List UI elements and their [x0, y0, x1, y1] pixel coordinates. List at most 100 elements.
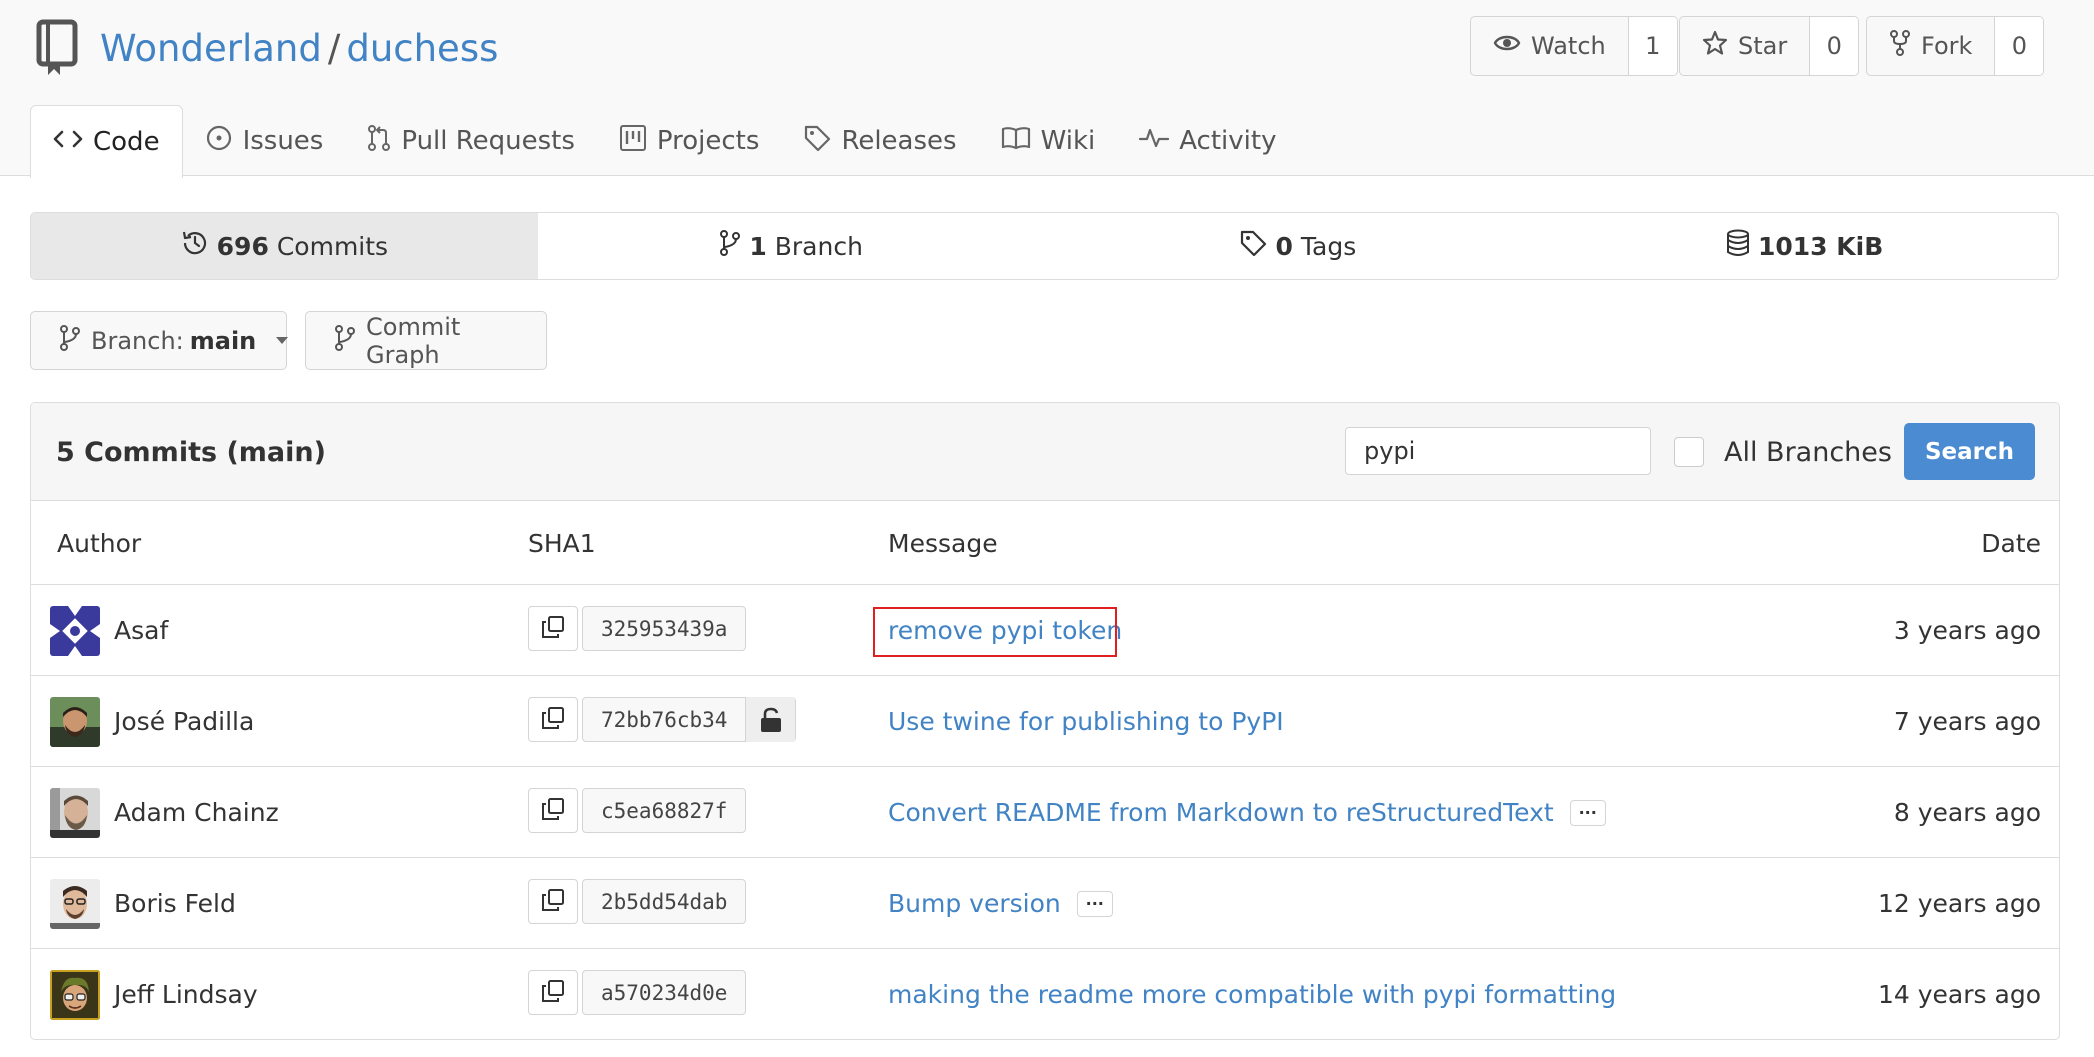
commits-table-header: Author SHA1 Message Date [31, 501, 2059, 585]
avatar[interactable] [50, 879, 100, 929]
date-column-header: Date [1981, 528, 2041, 558]
repo-header: Wonderland / duchess Watch 1 Star 0 Fork… [0, 0, 2094, 178]
tab-pull-requests[interactable]: Pull Requests [345, 105, 597, 177]
tab-code[interactable]: Code [30, 105, 183, 178]
repo-stats-bar: 696 Commits 1 Branch 0 Tags 1013 KiB [30, 212, 2059, 280]
avatar[interactable] [50, 788, 100, 838]
fork-button[interactable]: Fork [1867, 17, 1996, 75]
commit-author[interactable]: Adam Chainz [114, 767, 279, 858]
repo-name-link[interactable]: duchess [346, 27, 498, 70]
commit-sha: 325953439a [601, 616, 728, 641]
table-row: Boris Feld 2b5dd54dab Bump version ··· 1… [31, 858, 2059, 949]
commit-author[interactable]: Boris Feld [114, 858, 236, 949]
avatar[interactable] [50, 606, 100, 656]
fork-group: Fork 0 [1866, 16, 2045, 76]
all-branches-label: All Branches [1724, 436, 1892, 468]
copy-icon [541, 797, 565, 825]
commit-sha: 2b5dd54dab [601, 889, 728, 914]
table-row: Asaf 325953439a remove pypi token 3 year… [31, 585, 2059, 676]
copy-sha-button[interactable] [528, 970, 578, 1015]
copy-sha-button[interactable] [528, 788, 578, 833]
commit-message: Use twine for publishing to PyPI [888, 676, 1284, 767]
tags-count: 0 [1275, 231, 1293, 261]
avatar[interactable] [50, 697, 100, 747]
tab-issues[interactable]: Issues [183, 105, 346, 177]
star-button[interactable]: Star [1680, 17, 1811, 75]
tags-stat[interactable]: 0 Tags [1045, 213, 1552, 279]
commits-stat[interactable]: 696 Commits [31, 213, 538, 279]
branch-icon [719, 229, 741, 263]
commit-message-link[interactable]: making the readme more compatible with p… [888, 980, 1616, 1009]
copy-icon [541, 979, 565, 1007]
commit-author[interactable]: Asaf [114, 585, 168, 676]
history-icon [181, 229, 209, 263]
unlock-icon[interactable] [745, 697, 796, 742]
fork-label: Fork [1921, 32, 1973, 60]
copy-icon [541, 888, 565, 916]
message-column-header: Message [888, 528, 998, 558]
commit-date: 8 years ago [1893, 798, 2041, 827]
copy-sha-button[interactable] [528, 697, 578, 742]
commit-author[interactable]: Jeff Lindsay [114, 949, 258, 1039]
search-button[interactable]: Search [1904, 423, 2035, 480]
watch-count[interactable]: 1 [1628, 17, 1677, 75]
repo-owner-link[interactable]: Wonderland [100, 27, 322, 70]
branch-selector[interactable]: Branch: main [30, 311, 289, 370]
fork-count[interactable]: 0 [1995, 17, 2044, 75]
branches-label: Branch [774, 231, 863, 261]
branches-stat[interactable]: 1 Branch [538, 213, 1045, 279]
table-row: Jeff Lindsay a570234d0e making the readm… [31, 949, 2059, 1039]
commit-message: making the readme more compatible with p… [888, 949, 1616, 1039]
copy-sha-button[interactable] [528, 606, 578, 651]
all-branches-checkbox[interactable] [1674, 437, 1704, 467]
commit-message-link[interactable]: Convert README from Markdown to reStruct… [888, 798, 1554, 827]
issue-icon [205, 124, 233, 159]
commit-sha: a570234d0e [601, 980, 728, 1005]
star-icon [1702, 30, 1728, 62]
commit-sha-button[interactable]: 2b5dd54dab [582, 879, 747, 924]
copy-sha-button[interactable] [528, 879, 578, 924]
size-stat[interactable]: 1013 KiB [1551, 213, 2058, 279]
repo-title: Wonderland / duchess [36, 18, 498, 78]
commit-message: Bump version ··· [888, 858, 1113, 949]
watch-group: Watch 1 [1470, 16, 1678, 76]
tab-releases[interactable]: Releases [781, 105, 978, 177]
star-group: Star 0 [1679, 16, 1860, 76]
commits-panel-title: 5 Commits (main) [56, 436, 326, 468]
commit-sha-button[interactable]: 72bb76cb34 [582, 697, 797, 742]
pull-request-icon [367, 124, 391, 159]
tab-wiki[interactable]: Wiki [979, 105, 1118, 177]
tab-projects[interactable]: Projects [597, 105, 782, 177]
star-count[interactable]: 0 [1810, 17, 1859, 75]
book-icon [1001, 125, 1031, 158]
copy-icon [541, 615, 565, 643]
star-label: Star [1738, 32, 1788, 60]
tab-activity[interactable]: Activity [1117, 105, 1298, 177]
avatar[interactable] [50, 970, 100, 1020]
commit-sha: c5ea68827f [601, 798, 728, 823]
commit-graph-label: Commit Graph [366, 312, 461, 369]
commit-date: 12 years ago [1878, 889, 2041, 918]
commit-message-link[interactable]: Use twine for publishing to PyPI [888, 707, 1284, 736]
commit-author[interactable]: José Padilla [114, 676, 254, 767]
commit-sha-button[interactable]: 325953439a [582, 606, 747, 651]
commit-search-input[interactable] [1345, 427, 1651, 475]
sha-column-header: SHA1 [528, 528, 596, 558]
tag-icon [1239, 229, 1267, 263]
copy-icon [541, 706, 565, 734]
branches-count: 1 [749, 231, 767, 261]
branch-prefix: Branch: [91, 326, 184, 355]
commit-graph-button[interactable]: Commit Graph [305, 311, 547, 370]
commit-sha-button[interactable]: a570234d0e [582, 970, 747, 1015]
tab-label: Issues [242, 126, 324, 156]
commit-message-link[interactable]: Bump version [888, 889, 1061, 918]
expand-message-button[interactable]: ··· [1569, 799, 1606, 826]
repo-tabs: Code Issues Pull Requests Projects Relea… [30, 105, 1298, 178]
commit-message: Convert README from Markdown to reStruct… [888, 767, 1606, 858]
commits-panel-header: 5 Commits (main) All Branches Search [31, 403, 2059, 501]
commit-sha-button[interactable]: c5ea68827f [582, 788, 747, 833]
tab-label: Releases [841, 126, 957, 156]
expand-message-button[interactable]: ··· [1076, 890, 1113, 917]
commits-panel: 5 Commits (main) All Branches Search Aut… [30, 402, 2060, 1040]
watch-button[interactable]: Watch [1471, 17, 1629, 75]
